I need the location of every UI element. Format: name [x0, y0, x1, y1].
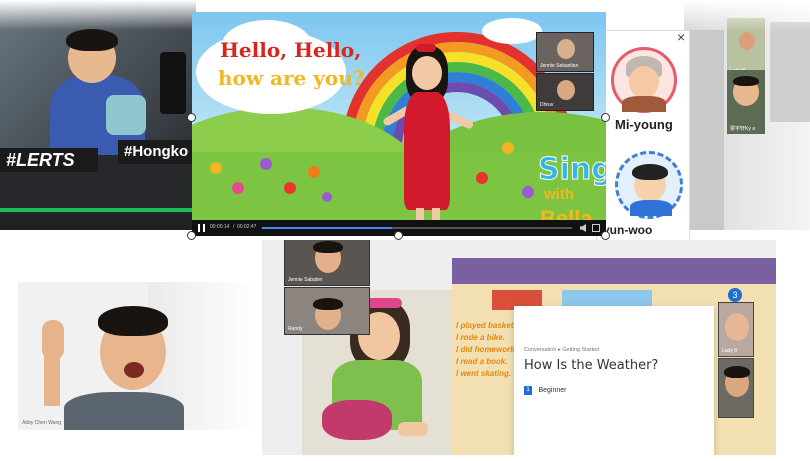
ticker-right: #Hongko [118, 140, 196, 164]
breadcrumb-topic[interactable]: Getting Started [562, 347, 599, 353]
pause-icon[interactable] [198, 224, 205, 232]
participant-name: Jennie Sabatier [288, 277, 323, 283]
red-dress [404, 92, 450, 210]
participant-tile: Jennie Sabatier [284, 240, 370, 286]
resize-handle[interactable] [601, 113, 610, 122]
lesson-card[interactable]: Conversation ▸ Getting Started How Is th… [514, 306, 714, 455]
time-total: 00:02:47 [237, 224, 257, 230]
participant-tile: Jennie Sebastian [536, 32, 594, 72]
house-roof [452, 258, 776, 284]
singer-figure [382, 44, 475, 234]
right-top-panel: Lady 8 梁宇轩Ky a [684, 0, 810, 230]
breadcrumb-section[interactable]: Conversation [524, 347, 556, 353]
resize-handle[interactable] [187, 113, 196, 122]
grandmother-avatar [611, 47, 677, 113]
level-label: Beginner [538, 387, 567, 395]
news-controls [0, 214, 196, 230]
ticker-left: #LERTS [0, 148, 98, 172]
cloud [482, 18, 542, 44]
video-title-line1: Hello, Hello, [220, 38, 362, 62]
count-badge: 3 [728, 288, 742, 302]
brand-line1: Sing [538, 152, 606, 188]
resize-handle[interactable] [601, 231, 610, 240]
close-icon[interactable]: × [677, 31, 685, 45]
seek-progress [262, 227, 393, 229]
participant-tile: Lady 8 [718, 302, 754, 357]
participant-tile: Randy [284, 287, 370, 335]
level-badge: 1 Beginner [524, 382, 567, 396]
seek-bar[interactable] [262, 227, 572, 229]
video-title-line2: how are you? [218, 66, 365, 90]
participant-name: Randy [288, 326, 303, 332]
student-caption: Abby Chen Wang [22, 420, 62, 426]
participant-tile [718, 358, 754, 418]
participant-name: 梁宇轩Ky a [730, 126, 756, 132]
device-object [160, 52, 186, 114]
news-progress-bar[interactable] [0, 208, 196, 212]
resize-handle[interactable] [394, 231, 403, 240]
classroom-panel: Jennie Sabatier Randy I played basketbal… [262, 240, 776, 455]
resize-handle[interactable] [187, 231, 196, 240]
collage-stage: #LERTS #Hongko Lady 8 梁宇轩Ky a × Mi-young [0, 0, 810, 461]
flowers-left [202, 152, 342, 222]
video-player[interactable]: Hello, Hello, how are you? Sing with Bel… [192, 12, 606, 236]
student-tile: Abby Chen Wang [18, 282, 256, 430]
card1-name: Mi-young [615, 117, 673, 132]
card2-name: yun-woo [603, 223, 653, 237]
character-cards-panel: × Mi-young yun-woo [596, 30, 690, 256]
participant-name: Jennie Sebastian [540, 63, 579, 69]
participant-name: Dhruv [540, 102, 554, 108]
breadcrumb: Conversation ▸ Getting Started [524, 347, 599, 353]
child-figure [40, 25, 160, 155]
student-figure [38, 296, 198, 430]
boy-avatar [615, 151, 683, 219]
participant-name: Lady 8 [722, 348, 738, 354]
level-number: 1 [524, 386, 532, 396]
volume-icon[interactable] [580, 224, 586, 232]
fullscreen-icon[interactable] [592, 224, 600, 232]
participant-tile: 梁宇轩Ky a [727, 70, 765, 134]
participant-tile: Dhruv [536, 73, 594, 111]
time-elapsed: 00:00:14 [210, 224, 230, 230]
lesson-title: How Is the Weather? [524, 358, 659, 373]
news-video-panel: #LERTS #Hongko [0, 0, 196, 230]
raised-hand [42, 320, 64, 360]
brand-line2: with [544, 186, 574, 203]
